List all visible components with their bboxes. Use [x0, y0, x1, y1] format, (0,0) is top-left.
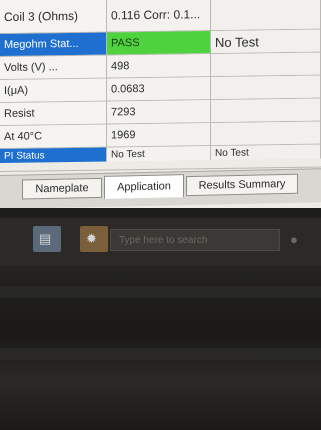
app-window: Coil 3 (Ohms) 0.116 Corr: 0.1... Megohm …	[0, 0, 321, 208]
table-row[interactable]: Coil 3 (Ohms) 0.116 Corr: 0.1...	[0, 0, 321, 34]
row-value: No Test	[107, 146, 211, 162]
row-value: 1969	[107, 123, 211, 147]
row-label: Coil 3 (Ohms)	[0, 0, 107, 33]
row-value: 0.0683	[107, 77, 211, 101]
no-test-cell: No Test	[211, 29, 321, 54]
row-value: 0.116 Corr: 0.1...	[107, 0, 211, 32]
row-label: Resist	[0, 101, 107, 125]
taskbar-search-box[interactable]: Type here to search	[110, 229, 280, 251]
row-label: PI Status	[0, 147, 107, 163]
microphone-icon[interactable]: ●	[290, 232, 298, 247]
pass-status-cell: PASS	[107, 31, 211, 55]
row-extra	[211, 52, 321, 77]
row-extra	[211, 0, 321, 31]
row-extra	[211, 98, 321, 123]
row-extra	[211, 75, 321, 100]
taskbar-app-button[interactable]: ✹	[80, 226, 108, 252]
row-label: Volts (V) ...	[0, 55, 107, 79]
row-label: At 40°C	[0, 124, 107, 148]
row-value: 498	[107, 54, 211, 78]
results-grid: Coil 3 (Ohms) 0.116 Corr: 0.1... Megohm …	[0, 0, 321, 172]
app-icon: ▤	[39, 231, 52, 246]
bezel-shadow	[0, 348, 321, 360]
monitor-bezel	[0, 266, 321, 430]
row-extra	[211, 121, 321, 146]
row-label: I(μA)	[0, 78, 107, 102]
row-value: 7293	[107, 100, 211, 124]
tab-nameplate[interactable]: Nameplate	[22, 177, 102, 200]
tab-application[interactable]: Application	[104, 174, 184, 199]
tab-results-summary[interactable]: Results Summary	[186, 173, 298, 197]
app-icon: ✹	[86, 231, 97, 246]
table-row[interactable]: PI Status No Test No Test	[0, 144, 321, 172]
tab-bar: Nameplate Application Results Summary	[0, 168, 321, 208]
row-label: Megohm Stat...	[0, 32, 107, 56]
bezel-shadow	[0, 286, 321, 298]
taskbar-app-button[interactable]: ▤	[33, 226, 61, 252]
taskbar: ▤ ✹ Type here to search ●	[0, 218, 321, 266]
row-extra: No Test	[211, 144, 321, 161]
